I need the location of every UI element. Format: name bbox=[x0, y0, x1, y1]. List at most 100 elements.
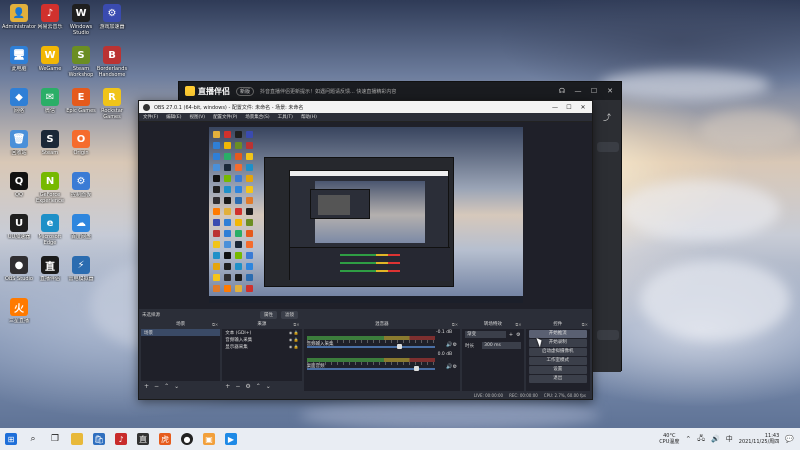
task-view-icon[interactable]: ❐ bbox=[44, 428, 66, 450]
speaker-icon[interactable]: 🔊⚙ bbox=[446, 342, 457, 348]
app-taskbar-icon[interactable]: ▣ bbox=[198, 428, 220, 450]
volume-slider-handle[interactable] bbox=[396, 344, 402, 349]
close-button[interactable]: ✕ bbox=[578, 104, 588, 111]
desktop-icon[interactable]: N GeForce Experience bbox=[34, 172, 66, 210]
huya-icon[interactable]: 虎 bbox=[154, 428, 176, 450]
obs-menu-item[interactable]: 视图(V) bbox=[189, 114, 205, 120]
desktop-icon[interactable]: 直直播伴侣 bbox=[34, 256, 66, 294]
preview-mini-icon bbox=[224, 186, 231, 193]
eye-icon[interactable]: ◉ 🔒 bbox=[289, 330, 299, 335]
desktop-icon[interactable]: R Rockstar Games bbox=[96, 88, 128, 126]
obs-menu-item[interactable]: 配置文件(P) bbox=[213, 114, 237, 120]
desktop-icon[interactable]: U UU加速器 bbox=[3, 214, 35, 252]
input-language[interactable]: 中 bbox=[726, 434, 733, 444]
volume-icon[interactable]: 🔊 bbox=[711, 435, 720, 443]
control-button[interactable]: 设置 bbox=[528, 366, 587, 374]
desktop-icon[interactable]: W Windows Studio bbox=[65, 4, 97, 42]
move-down-icon[interactable]: ⌄ bbox=[266, 383, 271, 390]
eye-icon[interactable]: ◉ 🔒 bbox=[289, 337, 299, 342]
clock[interactable]: 11:43 2021/11/25/周四 bbox=[739, 433, 780, 445]
filters-button[interactable]: 滤镜 bbox=[281, 310, 298, 319]
obs-canvas-area[interactable] bbox=[139, 122, 592, 309]
preview-mini-icon bbox=[213, 274, 220, 281]
desktop-icon[interactable]: O Origin bbox=[65, 130, 97, 168]
properties-button[interactable]: 属性 bbox=[260, 310, 277, 319]
gear-icon[interactable]: ⚙ bbox=[516, 332, 520, 338]
desktop-icon[interactable]: 火三星直播 bbox=[3, 298, 35, 336]
control-button[interactable]: 工作室模式 bbox=[528, 357, 587, 365]
cpu-temp-widget[interactable]: 40°C CPU温度 bbox=[659, 433, 679, 445]
desktop-icon[interactable]: ⚡ 雷电模拟器 bbox=[65, 256, 97, 294]
version-badge[interactable]: 新版 bbox=[236, 86, 255, 96]
desktop-icon[interactable]: Q QQ bbox=[3, 172, 35, 210]
search-icon[interactable]: ⌕ bbox=[22, 428, 44, 450]
obs-window[interactable]: OBS 27.0.1 (64-bit, windows) - 配置文件: 未命名… bbox=[138, 100, 593, 400]
desktop-icon[interactable]: e Microsoft Edge bbox=[34, 214, 66, 252]
add-icon[interactable]: + bbox=[225, 383, 230, 390]
desktop-icon[interactable]: S Steam bbox=[34, 130, 66, 168]
source-item[interactable]: 音频输入采集 ◉ 🔒 bbox=[222, 336, 301, 343]
desktop-icon[interactable]: ◆ 网络 bbox=[3, 88, 35, 126]
maximize-button[interactable]: ☐ bbox=[564, 104, 574, 111]
add-icon[interactable]: + bbox=[509, 332, 513, 338]
remove-icon[interactable]: − bbox=[235, 383, 240, 390]
screen-recorder-icon[interactable]: ▶ bbox=[220, 428, 242, 450]
control-button[interactable]: 启动虚拟摄像机 bbox=[528, 348, 587, 356]
preview-mini-icon bbox=[213, 164, 220, 171]
obs-preview[interactable] bbox=[209, 127, 523, 303]
source-item[interactable]: 文本 (GDI+) ◉ 🔒 bbox=[222, 329, 301, 336]
obs-menu-item[interactable]: 编辑(E) bbox=[166, 114, 181, 120]
meter-ticks bbox=[306, 362, 435, 365]
share-icon[interactable]: ⤴ bbox=[603, 112, 611, 123]
eye-icon[interactable]: ◉ 🔒 bbox=[289, 344, 299, 349]
desktop-icon[interactable]: B Borderlands Handsome bbox=[96, 46, 128, 84]
obs-menu-item[interactable]: 文件(F) bbox=[143, 114, 158, 120]
volume-slider-handle[interactable] bbox=[414, 366, 420, 371]
chevron-up-icon[interactable]: ⌃ bbox=[685, 435, 691, 443]
speaker-icon[interactable]: 🔊⚙ bbox=[446, 364, 457, 370]
source-item[interactable]: 显示器采集 ◉ 🔒 bbox=[222, 343, 301, 350]
live-companion-taskbar-icon[interactable]: 直 bbox=[132, 428, 154, 450]
preview-mini-icon bbox=[246, 285, 253, 292]
obs-menu-item[interactable]: 场景集合(S) bbox=[245, 114, 269, 120]
maximize-button[interactable]: ☐ bbox=[589, 87, 599, 95]
move-down-icon[interactable]: ⌄ bbox=[174, 383, 179, 390]
desktop-icon[interactable]: 🗑 回收站 bbox=[3, 130, 35, 168]
network-icon[interactable]: 🖧 bbox=[697, 434, 705, 445]
control-button[interactable]: 退出 bbox=[528, 375, 587, 383]
close-button[interactable]: ✕ bbox=[605, 87, 615, 95]
netease-music-icon[interactable]: ♪ bbox=[110, 428, 132, 450]
volume-slider[interactable] bbox=[306, 346, 435, 348]
desktop-icon[interactable]: ♪ 网易云音乐 bbox=[34, 4, 66, 42]
desktop-icon[interactable]: ● OBS Studio bbox=[3, 256, 35, 294]
obs-menu-item[interactable]: 帮助(H) bbox=[301, 114, 317, 120]
duration-input[interactable]: 300 ms bbox=[482, 342, 521, 349]
desktop-icon[interactable]: ⚙ 游戏加速器 bbox=[96, 4, 128, 42]
start-button[interactable]: ⊞ bbox=[0, 428, 22, 450]
obs-taskbar-icon[interactable]: ● bbox=[176, 428, 198, 450]
desktop-icon[interactable]: ☁ 百度网盘 bbox=[65, 214, 97, 252]
desktop-icon[interactable]: W WeGame bbox=[34, 46, 66, 84]
desktop-icon[interactable]: ⚙ 控制面板 bbox=[65, 172, 97, 210]
headset-icon[interactable]: ☊ bbox=[557, 87, 567, 95]
desktop-icon[interactable]: E Epic Games bbox=[65, 88, 97, 126]
scene-item[interactable]: 场景 bbox=[141, 329, 221, 336]
desktop-icon[interactable]: 👤 Administrator bbox=[2, 4, 36, 42]
obs-menu-item[interactable]: 工具(T) bbox=[278, 114, 293, 120]
notification-icon[interactable]: 💬 bbox=[785, 435, 794, 443]
desktop-icon[interactable]: S Steam Workshop bbox=[65, 46, 97, 84]
transition-type-select[interactable]: 渐变 bbox=[465, 331, 506, 338]
add-icon[interactable]: + bbox=[144, 383, 149, 390]
side-pill-bottom[interactable] bbox=[597, 330, 619, 340]
move-up-icon[interactable]: ⌃ bbox=[164, 383, 169, 390]
desktop-icon[interactable]: ✉ 微信 bbox=[34, 88, 66, 126]
store-icon[interactable]: 🛍 bbox=[88, 428, 110, 450]
desktop-icon[interactable]: 🖥 此电脑 bbox=[3, 46, 35, 84]
gear-icon[interactable]: ⚙ bbox=[245, 383, 250, 390]
minimize-button[interactable]: — bbox=[550, 104, 560, 111]
side-pill-top[interactable] bbox=[597, 142, 619, 152]
remove-icon[interactable]: − bbox=[154, 383, 159, 390]
minimize-button[interactable]: — bbox=[573, 87, 583, 95]
file-explorer-icon[interactable] bbox=[66, 428, 88, 450]
move-up-icon[interactable]: ⌃ bbox=[256, 383, 261, 390]
